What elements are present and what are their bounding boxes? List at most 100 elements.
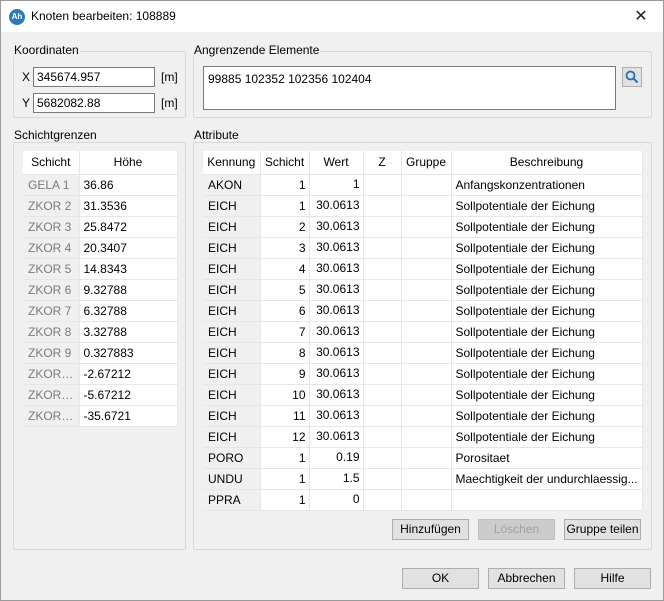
z-cell[interactable]: [363, 363, 402, 385]
schicht-cell[interactable]: 11: [260, 405, 310, 427]
y-coordinate-input[interactable]: 5682082.88: [33, 93, 155, 113]
beschreibung-cell[interactable]: Maechtigkeit der undurchlaessig...: [451, 468, 643, 490]
beschreibung-cell[interactable]: Sollpotentiale der Eichung: [451, 279, 643, 301]
wert-cell[interactable]: 30.0613: [309, 216, 364, 238]
gruppe-cell[interactable]: [401, 279, 452, 301]
table-row[interactable]: EICH 12 30.0613 Sollpotentiale der Eichung: [203, 426, 643, 448]
beschreibung-cell[interactable]: Sollpotentiale der Eichung: [451, 216, 643, 238]
beschreibung-cell[interactable]: Sollpotentiale der Eichung: [451, 300, 643, 322]
gruppe-cell[interactable]: [401, 237, 452, 259]
help-button[interactable]: Hilfe: [574, 568, 651, 589]
table-row[interactable]: ZKOR 8 3.32788: [23, 321, 178, 343]
z-cell[interactable]: [363, 489, 402, 511]
wert-cell[interactable]: 30.0613: [309, 258, 364, 280]
schicht-cell[interactable]: 4: [260, 258, 310, 280]
hoehe-cell[interactable]: 3.32788: [79, 321, 178, 343]
gruppe-cell[interactable]: [401, 363, 452, 385]
z-cell[interactable]: [363, 321, 402, 343]
table-row[interactable]: ZKOR 10 -2.67212: [23, 363, 178, 385]
x-coordinate-input[interactable]: 345674.957: [33, 67, 155, 87]
z-cell[interactable]: [363, 342, 402, 364]
table-row[interactable]: EICH 6 30.0613 Sollpotentiale der Eichung: [203, 300, 643, 322]
gruppe-cell[interactable]: [401, 342, 452, 364]
table-row[interactable]: ZKOR 4 20.3407: [23, 237, 178, 259]
table-row[interactable]: EICH 11 30.0613 Sollpotentiale der Eichung: [203, 405, 643, 427]
schicht-cell[interactable]: 1: [260, 195, 310, 217]
schicht-cell[interactable]: 6: [260, 300, 310, 322]
wert-cell[interactable]: 30.0613: [309, 279, 364, 301]
z-cell[interactable]: [363, 258, 402, 280]
hoehe-cell[interactable]: 25.8472: [79, 216, 178, 238]
z-cell[interactable]: [363, 405, 402, 427]
table-row[interactable]: ZKOR 2 31.3536: [23, 195, 178, 217]
wert-cell[interactable]: 30.0613: [309, 237, 364, 259]
beschreibung-cell[interactable]: Sollpotentiale der Eichung: [451, 258, 643, 280]
beschreibung-cell[interactable]: [451, 489, 643, 511]
column-header-z[interactable]: Z: [363, 151, 402, 175]
hoehe-cell[interactable]: 14.8343: [79, 258, 178, 280]
wert-cell[interactable]: 30.0613: [309, 384, 364, 406]
table-row[interactable]: EICH 7 30.0613 Sollpotentiale der Eichung: [203, 321, 643, 343]
gruppe-cell[interactable]: [401, 405, 452, 427]
schicht-cell[interactable]: 10: [260, 384, 310, 406]
add-button[interactable]: Hinzufügen: [392, 519, 469, 540]
beschreibung-cell[interactable]: Sollpotentiale der Eichung: [451, 342, 643, 364]
z-cell[interactable]: [363, 216, 402, 238]
wert-cell[interactable]: 30.0613: [309, 321, 364, 343]
hoehe-cell[interactable]: 9.32788: [79, 279, 178, 301]
table-row[interactable]: EICH 2 30.0613 Sollpotentiale der Eichung: [203, 216, 643, 238]
table-row[interactable]: PPRA 1 0: [203, 489, 643, 511]
gruppe-cell[interactable]: [401, 468, 452, 490]
schicht-cell[interactable]: 9: [260, 363, 310, 385]
column-header-beschreibung[interactable]: Beschreibung: [451, 151, 643, 175]
wert-cell[interactable]: 1: [309, 174, 364, 196]
gruppe-cell[interactable]: [401, 216, 452, 238]
gruppe-cell[interactable]: [401, 174, 452, 196]
z-cell[interactable]: [363, 468, 402, 490]
gruppe-cell[interactable]: [401, 489, 452, 511]
beschreibung-cell[interactable]: Porositaet: [451, 447, 643, 469]
column-header-schicht[interactable]: Schicht: [260, 151, 310, 175]
wert-cell[interactable]: 0: [309, 489, 364, 511]
beschreibung-cell[interactable]: Sollpotentiale der Eichung: [451, 321, 643, 343]
table-row[interactable]: ZKOR 11 -5.67212: [23, 384, 178, 406]
wert-cell[interactable]: 30.0613: [309, 426, 364, 448]
hoehe-cell[interactable]: 36.86: [79, 174, 178, 196]
hoehe-cell[interactable]: 20.3407: [79, 237, 178, 259]
wert-cell[interactable]: 30.0613: [309, 342, 364, 364]
ok-button[interactable]: OK: [402, 568, 479, 589]
table-row[interactable]: EICH 5 30.0613 Sollpotentiale der Eichung: [203, 279, 643, 301]
column-header-wert[interactable]: Wert: [309, 151, 364, 175]
hoehe-cell[interactable]: 0.327883: [79, 342, 178, 364]
adjacent-elements-field[interactable]: 99885 102352 102356 102404: [203, 66, 616, 110]
table-row[interactable]: EICH 9 30.0613 Sollpotentiale der Eichung: [203, 363, 643, 385]
table-row[interactable]: ZKOR 12 -35.6721: [23, 405, 178, 427]
table-row[interactable]: EICH 10 30.0613 Sollpotentiale der Eichung: [203, 384, 643, 406]
beschreibung-cell[interactable]: Sollpotentiale der Eichung: [451, 237, 643, 259]
wert-cell[interactable]: 0.19: [309, 447, 364, 469]
z-cell[interactable]: [363, 300, 402, 322]
gruppe-cell[interactable]: [401, 321, 452, 343]
cancel-button[interactable]: Abbrechen: [488, 568, 565, 589]
schicht-cell[interactable]: 5: [260, 279, 310, 301]
table-row[interactable]: GELA 1 36.86: [23, 174, 178, 196]
hoehe-cell[interactable]: -5.67212: [79, 384, 178, 406]
z-cell[interactable]: [363, 279, 402, 301]
z-cell[interactable]: [363, 426, 402, 448]
schicht-cell[interactable]: 1: [260, 468, 310, 490]
z-cell[interactable]: [363, 174, 402, 196]
table-row[interactable]: PORO 1 0.19 Porositaet: [203, 447, 643, 469]
beschreibung-cell[interactable]: Anfangskonzentrationen: [451, 174, 643, 196]
hoehe-cell[interactable]: -35.6721: [79, 405, 178, 427]
delete-button[interactable]: Löschen: [478, 519, 555, 540]
schicht-cell[interactable]: 1: [260, 489, 310, 511]
table-row[interactable]: ZKOR 5 14.8343: [23, 258, 178, 280]
beschreibung-cell[interactable]: Sollpotentiale der Eichung: [451, 384, 643, 406]
z-cell[interactable]: [363, 195, 402, 217]
search-button[interactable]: [622, 67, 642, 87]
table-row[interactable]: AKON 1 1 Anfangskonzentrationen: [203, 174, 643, 196]
column-header-gruppe[interactable]: Gruppe: [401, 151, 452, 175]
column-header-hoehe[interactable]: Höhe: [79, 151, 178, 175]
z-cell[interactable]: [363, 447, 402, 469]
wert-cell[interactable]: 30.0613: [309, 300, 364, 322]
